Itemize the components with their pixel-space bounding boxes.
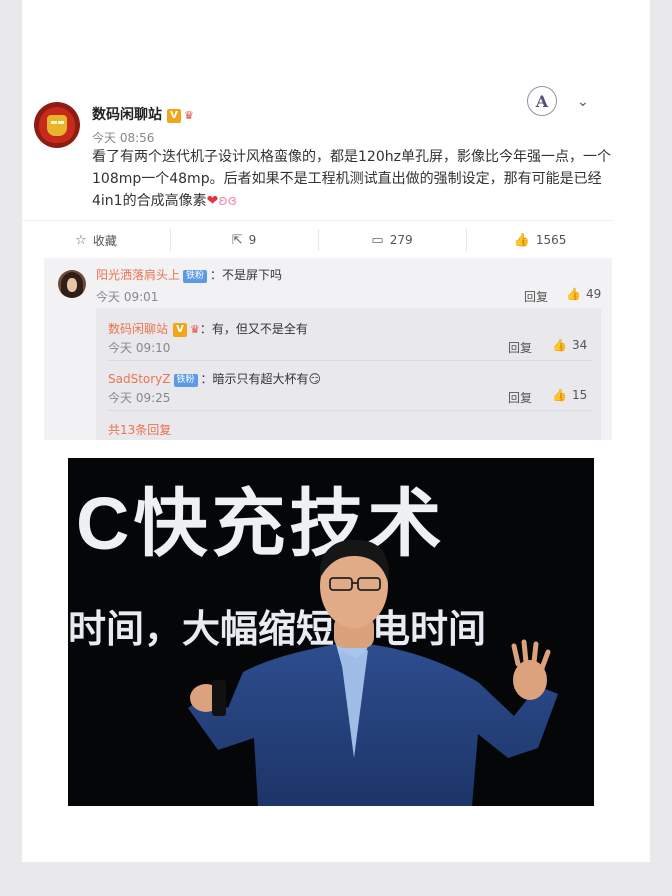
divider bbox=[108, 360, 593, 361]
reply-button[interactable]: 回复 bbox=[508, 389, 532, 406]
reply-thread: 数码闲聊站 V ♛：有，但又不是全有 今天 09:10 回复 👍 34 SadStor… bbox=[96, 308, 601, 440]
share-icon: ⇱ bbox=[231, 232, 243, 248]
fan-badge: 铁粉 bbox=[173, 374, 198, 387]
speaker-figure bbox=[188, 539, 558, 806]
reply-like-button[interactable]: 👍 34 bbox=[552, 338, 587, 352]
chevron-down-icon[interactable]: ⌄ bbox=[577, 94, 589, 110]
heart-emoji-icon: ❤ bbox=[206, 193, 219, 209]
repost-button[interactable]: ⇱ 9 bbox=[170, 221, 318, 259]
commenter-avatar[interactable] bbox=[58, 270, 86, 298]
comment-text: ：不是屏下吗 bbox=[210, 268, 283, 282]
reply-like-button[interactable]: 👍 15 bbox=[552, 388, 587, 402]
fan-badge: 铁粉 bbox=[183, 270, 208, 283]
post-time: 今天 08:56 bbox=[92, 131, 155, 145]
comment-like-button[interactable]: 👍 49 bbox=[566, 287, 601, 301]
reply-item: SadStoryZ 铁粉 ：暗示只有超大杯有😏 bbox=[108, 370, 321, 387]
post-actions-bar: ☆ 收藏 ⇱ 9 ▭ 279 👍 1565 bbox=[22, 220, 614, 259]
thumbs-up-icon: 👍 bbox=[552, 338, 567, 352]
thumbs-up-icon: 👍 bbox=[566, 287, 581, 301]
like-button[interactable]: 👍 1565 bbox=[466, 221, 614, 259]
author-name[interactable]: 数码闲聊站 bbox=[92, 107, 162, 123]
divider bbox=[108, 410, 593, 411]
more-replies-link[interactable]: 共13条回复 bbox=[108, 421, 171, 438]
reply-button[interactable]: 回复 bbox=[508, 339, 532, 356]
reply-item: 数码闲聊站 V ♛：有，但又不是全有 bbox=[108, 320, 308, 337]
commenter-name[interactable]: 阳光洒落肩头上 bbox=[96, 268, 180, 282]
verified-icon: V bbox=[167, 109, 181, 123]
reply-author[interactable]: SadStoryZ bbox=[108, 372, 171, 386]
thumbs-up-icon: 👍 bbox=[552, 388, 567, 402]
author-avatar[interactable] bbox=[34, 102, 80, 148]
avengers-logo-icon[interactable]: A bbox=[527, 86, 557, 116]
comment-button[interactable]: ▭ 279 bbox=[318, 221, 466, 259]
comment-section: 阳光洒落肩头上 铁粉 ：不是屏下吗 今天 09:01 回复 👍 49 数码闲聊站 V ♛：… bbox=[44, 258, 612, 440]
reply-text: ：暗示只有超大杯有 bbox=[200, 372, 309, 386]
reply-text: ：有，但又不是全有 bbox=[199, 322, 308, 336]
crown-badge-icon: ♛ bbox=[190, 323, 200, 336]
smirk-emoji-icon: 😏 bbox=[308, 372, 322, 386]
post-text: 看了有两个迭代机子设计风格蛮像的，都是120hz单孔屏，影像比今年强一点，一个1… bbox=[92, 149, 611, 209]
star-icon: ☆ bbox=[75, 232, 87, 248]
reply-time: 今天 09:25 bbox=[108, 391, 171, 405]
comment-time: 今天 09:01 bbox=[96, 290, 159, 304]
crown-badge-icon: ♛ bbox=[184, 109, 194, 122]
favorite-button[interactable]: ☆ 收藏 bbox=[22, 221, 170, 259]
reply-time: 今天 09:10 bbox=[108, 341, 171, 355]
reply-author[interactable]: 数码闲聊站 bbox=[108, 322, 168, 336]
comment-main: 阳光洒落肩头上 铁粉 ：不是屏下吗 bbox=[96, 266, 282, 283]
thumbs-up-icon: 👍 bbox=[513, 232, 530, 248]
post-image[interactable]: C快充技术 时间，大幅缩短充电时间 bbox=[68, 458, 594, 806]
bunny-emoji-icon: ʚɞ bbox=[218, 193, 237, 209]
reply-button[interactable]: 回复 bbox=[524, 288, 548, 305]
author-name-row[interactable]: 数码闲聊站 V ♛ bbox=[92, 104, 194, 124]
verified-icon: V bbox=[173, 323, 188, 337]
comment-icon: ▭ bbox=[371, 232, 384, 248]
